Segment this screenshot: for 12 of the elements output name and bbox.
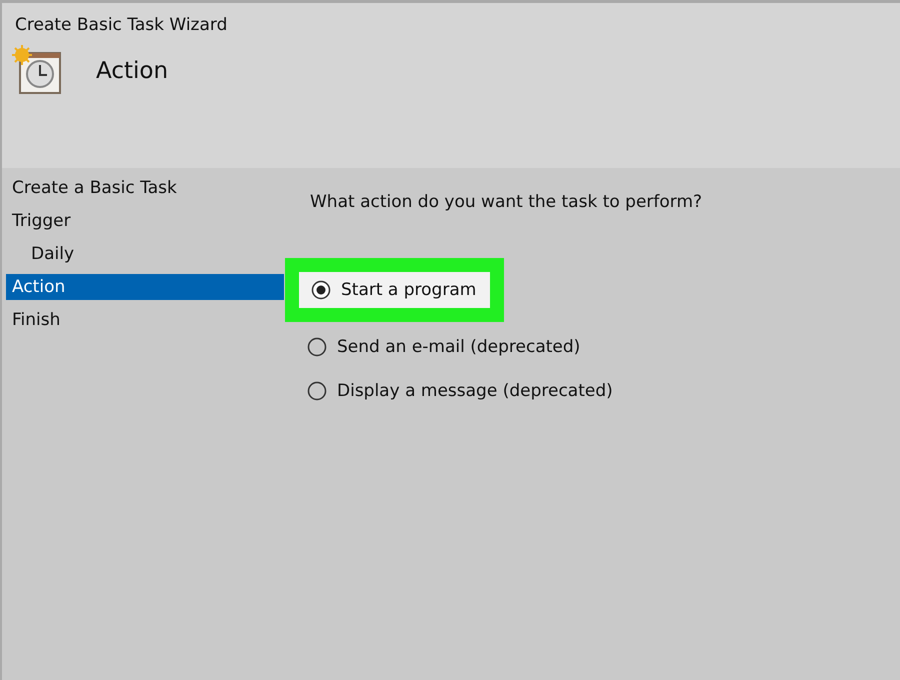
question-text: What action do you want the task to perform? [310, 192, 704, 212]
wizard-step[interactable]: Finish [6, 304, 284, 337]
radio-option[interactable]: Display a message (deprecated) [307, 378, 613, 404]
wizard-step[interactable]: Create a Basic Task [6, 172, 284, 205]
wizard-step[interactable]: Trigger [6, 205, 284, 238]
wizard-step[interactable]: Action [6, 274, 284, 300]
radio-option[interactable]: Start a program [299, 272, 490, 308]
window-title: Create Basic Task Wizard [14, 14, 228, 35]
radio-option[interactable]: Send an e-mail (deprecated) [307, 334, 580, 360]
clock-icon [12, 45, 64, 97]
page-heading: Action [96, 58, 168, 84]
wizard-step[interactable]: Daily [6, 238, 284, 271]
